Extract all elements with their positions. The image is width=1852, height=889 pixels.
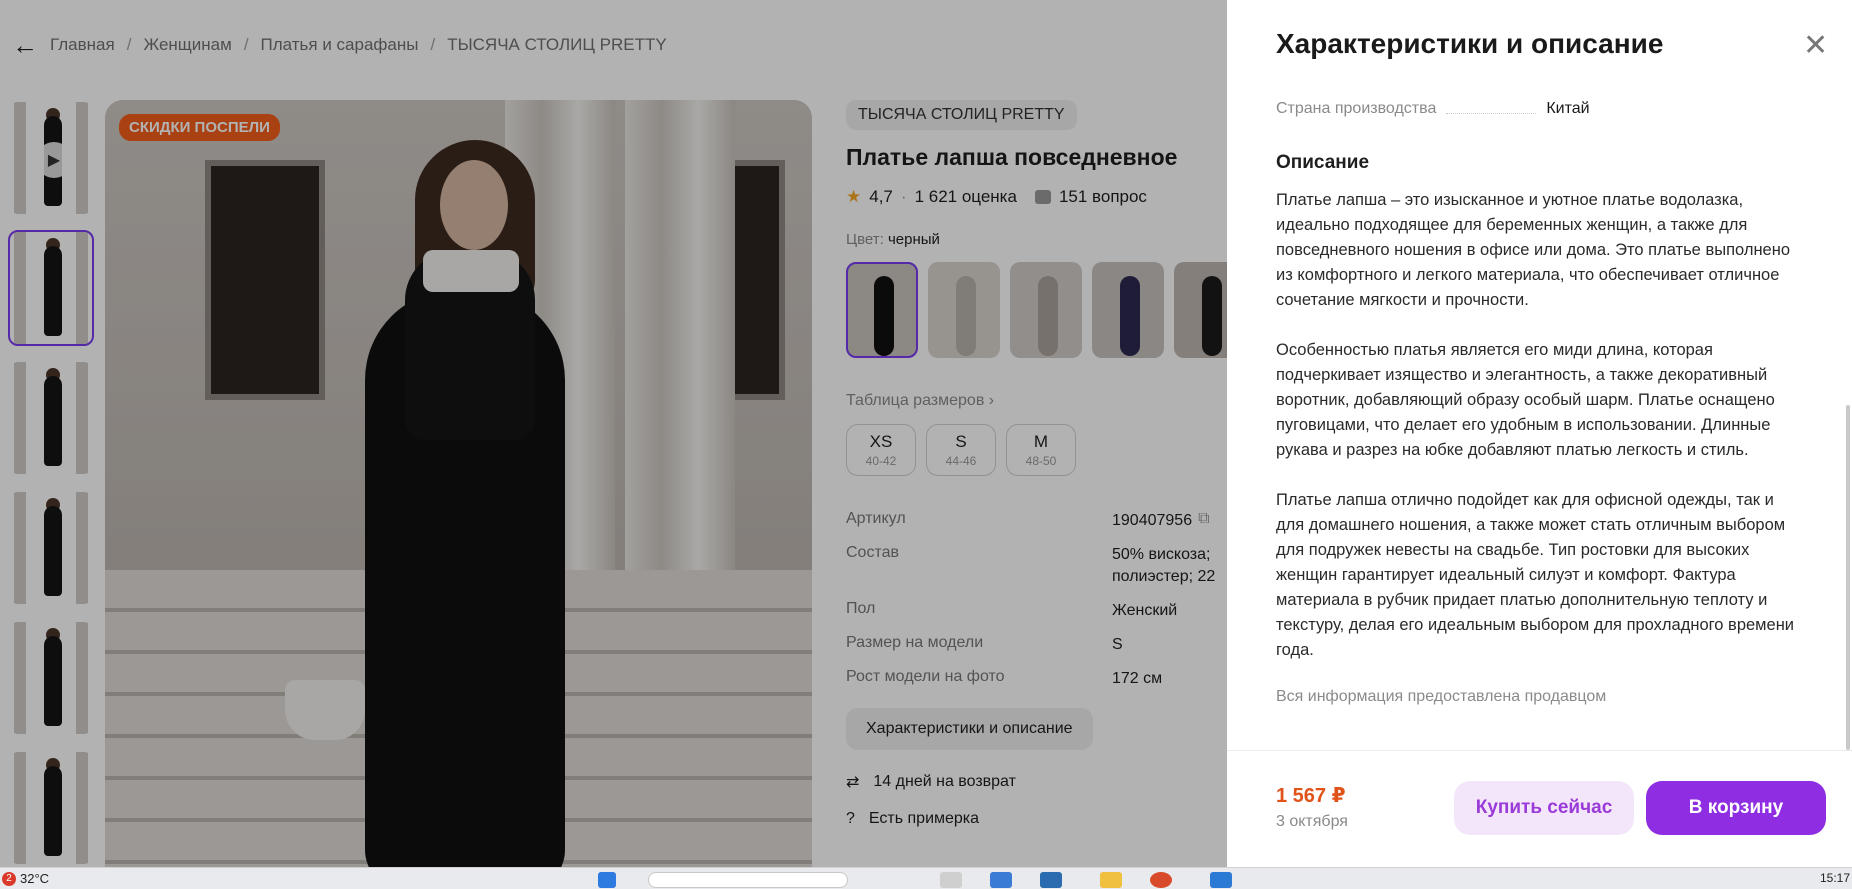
add-to-cart-button[interactable]: В корзину [1646,781,1826,835]
buy-now-button[interactable]: Купить сейчас [1454,781,1634,835]
app-icon[interactable] [990,872,1012,888]
drawer-content: Страна производства Китай Описание Плать… [1276,100,1806,706]
app-icon[interactable] [1040,872,1062,888]
browser-icon[interactable] [1150,872,1172,888]
spec-country-row: Страна производства Китай [1276,100,1590,117]
drawer-footer: 1 567 ₽ 3 октября Купить сейчас В корзин… [1227,750,1852,867]
delivery-date: 3 октября [1276,813,1348,830]
description-paragraph: Платье лапша отлично подойдет как для оф… [1276,491,1795,659]
weather-widget[interactable]: 2 32°C [2,871,49,886]
price: 1 567 ₽ [1276,785,1346,807]
os-taskbar: 2 32°C 15:17 [0,867,1852,889]
modal-backdrop[interactable] [0,0,1227,867]
seller-note: Вся информация предоставлена продавцом [1276,688,1607,705]
description-heading: Описание [1276,152,1370,173]
description-paragraph: Особенностью платья является его миди дл… [1276,341,1775,459]
characteristics-drawer: Характеристики и описание ✕ Страна произ… [1227,0,1852,867]
weather-badge: 2 [2,871,16,886]
app-icon[interactable] [1210,872,1232,888]
windows-start-icon[interactable] [598,872,616,888]
app-icon[interactable] [940,872,962,888]
temperature: 32°C [20,871,50,886]
drawer-scrollbar[interactable] [1846,405,1850,750]
drawer-title: Характеристики и описание [1276,28,1664,59]
close-icon[interactable]: ✕ [1803,31,1828,61]
clock: 15:17 [1820,871,1851,885]
description-paragraph: Платье лапша – это изысканное и уютное п… [1276,191,1791,309]
search-bar[interactable] [648,872,848,888]
folder-icon[interactable] [1100,872,1122,888]
